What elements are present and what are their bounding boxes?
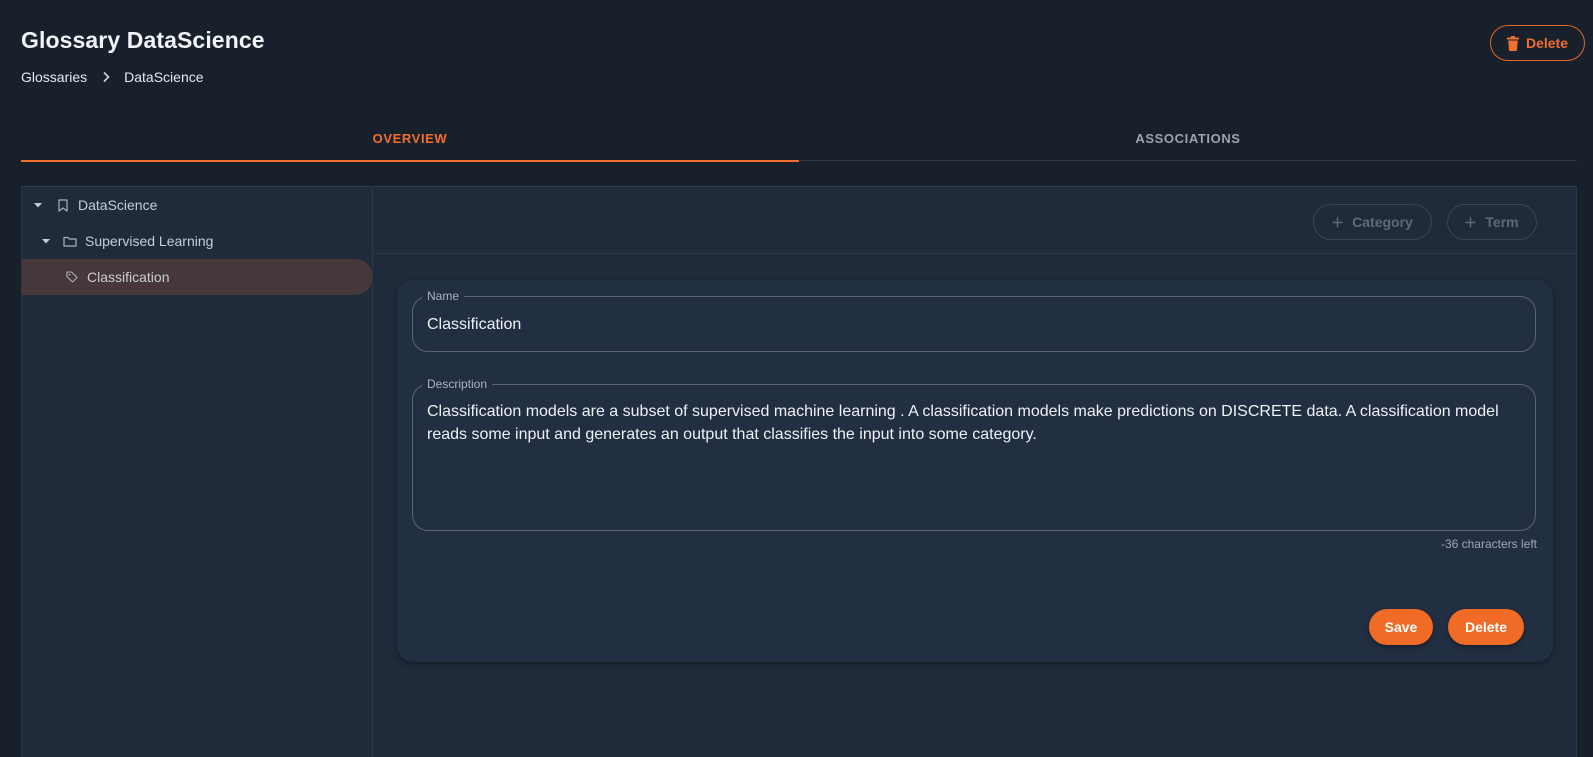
tab-associations[interactable]: ASSOCIATIONS (799, 116, 1577, 161)
bookmark-icon (56, 198, 70, 212)
breadcrumb-link-glossaries[interactable]: Glossaries (21, 69, 87, 85)
add-term-label: Term (1485, 214, 1519, 230)
delete-term-button[interactable]: Delete (1448, 609, 1524, 645)
character-counter: -36 characters left (1440, 537, 1537, 551)
plus-icon (1332, 217, 1343, 228)
caret-down-icon[interactable] (33, 200, 43, 210)
tab-overview[interactable]: OVERVIEW (21, 116, 799, 162)
add-category-button[interactable]: Category (1313, 204, 1432, 240)
delete-glossary-button[interactable]: Delete (1490, 25, 1585, 61)
add-category-label: Category (1352, 214, 1413, 230)
plus-icon (1465, 217, 1476, 228)
description-field-label: Description (422, 377, 493, 391)
tree-item-label: Supervised Learning (85, 233, 214, 249)
save-button[interactable]: Save (1369, 609, 1433, 645)
tree-item-label: Classification (87, 269, 170, 285)
tree-item-supervised-learning[interactable]: Supervised Learning (22, 223, 373, 259)
add-term-button[interactable]: Term (1447, 204, 1537, 240)
detail-toolbar: Category Term (373, 187, 1576, 254)
caret-down-icon[interactable] (41, 236, 51, 246)
breadcrumb-current: DataScience (124, 69, 204, 85)
tree-item-label: DataScience (78, 197, 158, 213)
name-field-value: Classification (427, 316, 522, 333)
glossary-page: Glossary DataScience Glossaries DataScie… (0, 0, 1593, 757)
tag-icon (65, 270, 79, 284)
term-detail-panel: Category Term Name Classification Descri… (372, 186, 1577, 757)
tree-item-datascience[interactable]: DataScience (22, 187, 373, 223)
delete-glossary-label: Delete (1525, 35, 1569, 51)
glossary-tree: DataScience Supervised Learning Classifi… (21, 186, 373, 757)
breadcrumb: Glossaries DataScience (21, 69, 204, 85)
term-form-card: Name Classification Description Classifi… (397, 280, 1553, 662)
tree-item-classification[interactable]: Classification (22, 259, 373, 295)
description-field-value: Classification models are a subset of su… (427, 403, 1499, 443)
name-field[interactable]: Name Classification (412, 289, 1536, 352)
description-field[interactable]: Description Classification models are a … (412, 377, 1536, 531)
folder-icon (63, 234, 77, 248)
name-field-label: Name (422, 289, 465, 303)
tab-bar: OVERVIEW ASSOCIATIONS (21, 116, 1577, 162)
chevron-right-icon (101, 69, 111, 85)
page-title: Glossary DataScience (21, 27, 265, 53)
trash-icon (1506, 35, 1519, 51)
